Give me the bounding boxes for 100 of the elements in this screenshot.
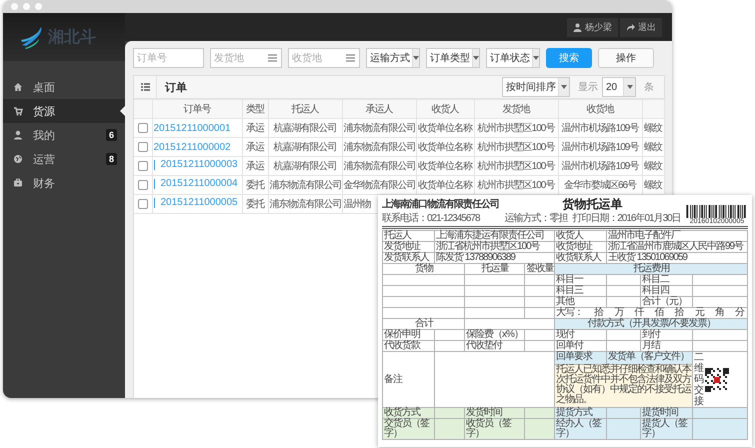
sidebar-item[interactable]: 财务 (3, 171, 125, 195)
window-dot (23, 3, 30, 10)
dropdown[interactable]: 20 (602, 77, 636, 97)
form-cell: 科目三 (555, 286, 607, 297)
logout-button[interactable]: 退出 (620, 18, 662, 36)
form-cell: 代收货款 (383, 341, 435, 352)
form-cell: 浙江省温州市鹿城区人民中路99号 (607, 242, 748, 253)
amount-unit: 拾 (674, 308, 684, 318)
form-cell (525, 419, 555, 440)
sidebar-item[interactable]: 我的 6 (3, 123, 125, 147)
cart-icon (13, 106, 23, 116)
column-header: 收货地 (558, 100, 642, 118)
form-cell: 到付 (641, 330, 693, 341)
table-cell: 杭嘉湖有限公司 (268, 156, 342, 176)
dropdown[interactable]: 按时间排序 (502, 77, 570, 97)
form-heading: 托运费用 (555, 264, 748, 275)
form-cell (525, 408, 555, 419)
form-cell: 现付 (555, 330, 607, 341)
sidebar-item[interactable]: 桌面 (3, 75, 125, 99)
barcode-icon (686, 205, 748, 218)
input-field[interactable]: 订单号 (133, 48, 204, 68)
form-cell (693, 419, 748, 440)
table-cell: 杭州市拱墅区100号 (474, 156, 558, 176)
form-heading: 货物 (383, 264, 465, 275)
form-cell (525, 341, 555, 352)
table-cell: 浦东物流有限公司 (342, 138, 416, 156)
caret-icon (626, 85, 632, 89)
form-heading: 付款方式（开具发票/不要发票） (555, 319, 748, 330)
show-label: 显示 (578, 81, 598, 94)
checkbox[interactable] (138, 160, 148, 171)
form-cell: 回单要求 (555, 352, 607, 365)
form-cell: 科目四 (641, 286, 693, 297)
input-field[interactable]: 发货地 (210, 48, 282, 68)
form-cell (607, 286, 641, 297)
form-cell: 温州市电子配件厂 (607, 231, 748, 242)
checkbox[interactable] (138, 142, 148, 152)
user-button[interactable]: 杨少梁 (567, 18, 618, 36)
qr-code-icon (705, 368, 729, 392)
table-cell: 委托 (242, 176, 268, 194)
form-cell (607, 408, 641, 419)
table-cell: 杭嘉湖有限公司 (268, 118, 342, 138)
form-cell (525, 330, 555, 341)
phone-text: 联系电话：021-12345678 (382, 212, 482, 225)
panel-title: 订单 (165, 80, 188, 94)
checkbox[interactable] (138, 122, 148, 133)
amount-unit: 大写： (556, 308, 583, 318)
input-field[interactable]: 收货地 (288, 48, 360, 68)
form-cell: 保险费（x%） (465, 330, 525, 341)
form-cell: 提货方式 (555, 408, 607, 419)
amount-unit: 元 (694, 308, 704, 318)
caret-icon (561, 85, 567, 89)
form-cell (693, 275, 748, 286)
window-dot (11, 3, 18, 10)
amount-unit: 拾 (594, 308, 604, 318)
checkbox[interactable] (138, 180, 148, 190)
form-cell (435, 330, 465, 341)
form-cell (435, 408, 465, 419)
column-header: 托运人 (268, 100, 342, 118)
form-cell: 发货联系人 (383, 253, 435, 264)
table-cell: 收货单位名称 (416, 138, 474, 156)
form-cell (465, 297, 525, 308)
dropdown[interactable]: 运输方式 (366, 48, 420, 68)
form-cell: 提货人（签字） (641, 419, 693, 440)
form-cell (465, 308, 525, 319)
amount-unit: 万 (614, 308, 624, 318)
table-cell: 螺纹 (642, 138, 664, 156)
column-header: 订单号 (152, 100, 242, 118)
form-cell: 科目二 (641, 275, 693, 286)
form-cell: 收货人 (555, 231, 607, 242)
form-cell: 经办人（签字） (555, 419, 607, 440)
form-cell: 发货时间 (465, 408, 525, 419)
form-cell (525, 275, 555, 286)
sidebar-item[interactable]: 货源 (3, 99, 125, 123)
caret-icon (533, 56, 539, 60)
form-cell: 合计（元） (641, 297, 693, 308)
table-cell: 承运 (242, 118, 268, 138)
sidebar-item[interactable]: 运营 8 (3, 147, 125, 171)
user-icon (13, 130, 23, 140)
form-cell (607, 275, 641, 286)
table-cell: 杭州市拱墅区100号 (474, 138, 558, 156)
menu-icon (346, 54, 355, 62)
form-cell (607, 419, 641, 440)
column-header: 类型 (242, 100, 268, 118)
count-badge: 8 (106, 153, 117, 165)
table-cell: 杭嘉湖有限公司 (268, 138, 342, 156)
form-cell (525, 297, 555, 308)
arrow-icon (626, 22, 635, 32)
print-date: 打印日期：2016年01月30日 (572, 212, 681, 225)
table-cell: 收货单位名称 (416, 156, 474, 176)
table-cell: 承运 (242, 138, 268, 156)
form-cell: 代收垫付 (465, 341, 525, 352)
dropdown[interactable]: 订单类型 (426, 48, 480, 68)
column-header: 承运人 (342, 100, 416, 118)
dropdown[interactable]: 订单状态 (486, 48, 540, 68)
column-header: 收货人 (416, 100, 474, 118)
form-cell (607, 297, 641, 308)
checkbox[interactable] (138, 198, 148, 209)
form-cell: 收货地址 (555, 242, 607, 253)
amount-unit: 佰 (654, 308, 664, 318)
action-button[interactable]: 操作 (598, 48, 654, 68)
